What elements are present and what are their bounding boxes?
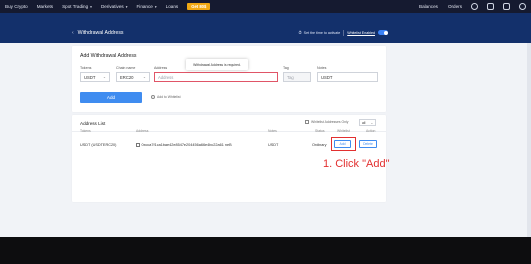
chain-value: ERC20 bbox=[120, 74, 134, 80]
tag-placeholder: Tag bbox=[287, 74, 294, 80]
tag-label: Tag bbox=[283, 66, 289, 70]
delete-button[interactable]: Delete bbox=[359, 140, 377, 148]
checkbox-icon bbox=[305, 120, 309, 124]
nav-finance[interactable]: Finance ▾ bbox=[137, 4, 157, 9]
address-list-title: Address List bbox=[80, 121, 106, 126]
promo-badge[interactable]: Get 80$ bbox=[187, 3, 211, 10]
row-notes: USDT bbox=[268, 143, 279, 147]
page-subheader: ‹ Withdrawal Address ⏱ Set the time to a… bbox=[72, 27, 388, 38]
notes-input[interactable]: USDT bbox=[317, 72, 378, 82]
page-title: Withdrawal Address bbox=[77, 29, 124, 36]
token-label: Tokens bbox=[80, 66, 92, 70]
filter-value: all bbox=[362, 120, 366, 125]
tag-input[interactable]: Tag bbox=[283, 72, 311, 82]
nav-orders[interactable]: Orders bbox=[448, 4, 462, 9]
add-address-card: Add Withdrawal Address Tokens USDT ⌄ Cha… bbox=[72, 46, 386, 112]
scrollbar[interactable] bbox=[527, 43, 531, 237]
globe-icon[interactable] bbox=[519, 3, 526, 10]
chevron-down-icon: ▾ bbox=[125, 4, 128, 9]
whitelist-toggle[interactable] bbox=[378, 30, 388, 35]
whitelist-enabled-label[interactable]: Whitelist Enabled bbox=[347, 31, 375, 35]
chain-select[interactable]: ERC20 ⌄ bbox=[116, 72, 150, 82]
notes-value: USDT bbox=[321, 74, 333, 80]
chain-label: Chain name bbox=[116, 66, 136, 70]
annotation-highlight-box bbox=[331, 137, 356, 151]
column-header-whitelist: Whitelist bbox=[337, 129, 350, 133]
column-header-status: Status bbox=[315, 129, 325, 133]
nav-label: Markets bbox=[36, 4, 54, 9]
back-arrow-icon[interactable]: ‹ bbox=[72, 30, 74, 36]
nav-label: Derivatives bbox=[100, 4, 124, 9]
address-label: Address bbox=[154, 66, 168, 70]
chevron-down-icon: ⌄ bbox=[370, 120, 373, 125]
address-placeholder: Address bbox=[158, 74, 174, 80]
nav-loans[interactable]: Loans bbox=[166, 4, 179, 9]
annotation-text: 1. Click "Add" bbox=[323, 158, 390, 170]
set-activation-time-link[interactable]: ⏱ Set the time to activate bbox=[299, 30, 341, 35]
user-icon[interactable] bbox=[471, 3, 478, 10]
download-icon[interactable] bbox=[503, 3, 510, 10]
copy-icon[interactable] bbox=[136, 143, 140, 147]
filter-select[interactable]: all ⌄ bbox=[359, 119, 376, 126]
column-header-action: Action bbox=[366, 129, 376, 133]
nav-markets[interactable]: Markets bbox=[37, 4, 53, 9]
clock-icon: ⏱ bbox=[298, 30, 302, 35]
row-address-text: 0xcca7f1ca1bae42e8547e204456a66e4bc22a61… bbox=[141, 143, 232, 148]
chevron-down-icon: ▾ bbox=[154, 4, 157, 9]
subheader-actions: ⏱ Set the time to activate Whitelist Ena… bbox=[299, 29, 388, 36]
nav-label: Finance bbox=[136, 4, 153, 9]
chevron-down-icon: ⌄ bbox=[102, 75, 106, 79]
address-input[interactable]: Address bbox=[154, 72, 278, 82]
nav-label: Spot Trading bbox=[62, 4, 89, 9]
nav-derivatives[interactable]: Derivatives ▾ bbox=[101, 4, 128, 9]
error-tooltip: Withdrawal Address is required. bbox=[186, 59, 248, 70]
column-header-notes: Notes bbox=[268, 129, 277, 133]
nav-label: Buy Crypto bbox=[5, 4, 28, 9]
row-status: Ordinary bbox=[312, 143, 327, 147]
row-token: USDT (USDTERC20) bbox=[80, 143, 117, 147]
bell-icon[interactable] bbox=[487, 3, 494, 10]
chevron-down-icon: ▾ bbox=[90, 4, 92, 9]
add-to-whitelist-checkbox[interactable]: Add to Whitelist bbox=[151, 95, 181, 99]
chevron-down-icon: ⌄ bbox=[142, 75, 146, 79]
column-header-address: Address bbox=[136, 129, 149, 133]
divider bbox=[343, 29, 345, 36]
row-address: 0xcca7f1ca1bae42e8547e204456a66e4bc22a61… bbox=[136, 143, 232, 147]
nav-buy-crypto[interactable]: Buy Crypto bbox=[5, 4, 28, 9]
add-to-whitelist-label: Add to Whitelist bbox=[157, 95, 181, 99]
add-button[interactable]: Add bbox=[80, 92, 142, 103]
nav-balances[interactable]: Balances bbox=[419, 4, 438, 9]
token-select[interactable]: USDT ⌄ bbox=[80, 72, 110, 82]
nav-label: Loans bbox=[165, 4, 179, 9]
whitelist-only-label: Whitelist Addresses Only bbox=[311, 120, 349, 124]
add-address-title: Add Withdrawal Address bbox=[80, 53, 137, 59]
notes-label: Notes bbox=[317, 66, 327, 70]
token-value: USDT bbox=[84, 74, 96, 80]
nav-spot-trading[interactable]: Spot Trading ▾ bbox=[62, 4, 92, 9]
whitelist-only-checkbox[interactable]: Whitelist Addresses Only bbox=[305, 120, 349, 124]
top-navigation: Buy Crypto Markets Spot Trading ▾ Derivat… bbox=[0, 0, 531, 13]
nav-right-group: Balances Orders bbox=[409, 3, 526, 10]
set-activation-time-label: Set the time to activate bbox=[303, 30, 341, 35]
footer bbox=[0, 237, 531, 264]
radio-circle-icon bbox=[151, 95, 155, 99]
column-header-tokens: Tokens bbox=[80, 129, 91, 133]
